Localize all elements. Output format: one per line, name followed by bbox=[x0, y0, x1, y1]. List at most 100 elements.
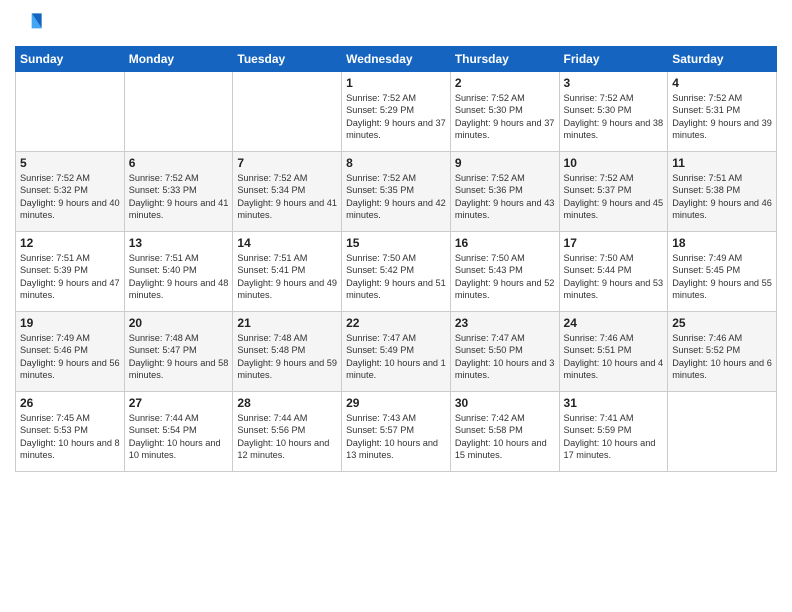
weekday-header-wednesday: Wednesday bbox=[342, 47, 451, 72]
day-info: Sunrise: 7:46 AM Sunset: 5:51 PM Dayligh… bbox=[564, 332, 664, 382]
calendar-cell: 16 Sunrise: 7:50 AM Sunset: 5:43 PM Dayli… bbox=[450, 232, 559, 312]
calendar-cell: 4 Sunrise: 7:52 AM Sunset: 5:31 PM Daylig… bbox=[668, 72, 777, 152]
day-number: 30 bbox=[455, 396, 555, 410]
week-row-5: 26Sunrise: 7:45 AM Sunset: 5:53 PM Dayli… bbox=[16, 392, 777, 472]
day-number: 12 bbox=[20, 236, 120, 250]
calendar-cell: 6 Sunrise: 7:52 AM Sunset: 5:33 PM Daylig… bbox=[124, 152, 233, 232]
calendar-cell bbox=[233, 72, 342, 152]
calendar-cell bbox=[668, 392, 777, 472]
calendar-cell: 9 Sunrise: 7:52 AM Sunset: 5:36 PM Daylig… bbox=[450, 152, 559, 232]
day-info: Sunrise: 7:52 AM Sunset: 5:32 PM Dayligh… bbox=[20, 172, 120, 222]
day-number: 21 bbox=[237, 316, 337, 330]
day-number: 3 bbox=[564, 76, 664, 90]
calendar-cell: 18 Sunrise: 7:49 AM Sunset: 5:45 PM Dayli… bbox=[668, 232, 777, 312]
calendar-cell: 31 Sunrise: 7:41 AM Sunset: 5:59 PM Dayli… bbox=[559, 392, 668, 472]
day-info: Sunrise: 7:47 AM Sunset: 5:49 PM Dayligh… bbox=[346, 332, 446, 382]
day-info: Sunrise: 7:49 AM Sunset: 5:46 PM Dayligh… bbox=[20, 332, 120, 382]
day-info: Sunrise: 7:50 AM Sunset: 5:42 PM Dayligh… bbox=[346, 252, 446, 302]
calendar-cell: 14 Sunrise: 7:51 AM Sunset: 5:41 PM Dayli… bbox=[233, 232, 342, 312]
weekday-header-monday: Monday bbox=[124, 47, 233, 72]
day-info: Sunrise: 7:52 AM Sunset: 5:35 PM Dayligh… bbox=[346, 172, 446, 222]
day-number: 13 bbox=[129, 236, 229, 250]
week-row-1: 1 Sunrise: 7:52 AM Sunset: 5:29 PM Daylig… bbox=[16, 72, 777, 152]
day-info: Sunrise: 7:52 AM Sunset: 5:30 PM Dayligh… bbox=[564, 92, 664, 142]
calendar-cell: 17 Sunrise: 7:50 AM Sunset: 5:44 PM Dayli… bbox=[559, 232, 668, 312]
week-row-2: 5 Sunrise: 7:52 AM Sunset: 5:32 PM Daylig… bbox=[16, 152, 777, 232]
weekday-header-thursday: Thursday bbox=[450, 47, 559, 72]
calendar-cell: 5 Sunrise: 7:52 AM Sunset: 5:32 PM Daylig… bbox=[16, 152, 125, 232]
day-number: 2 bbox=[455, 76, 555, 90]
day-info: Sunrise: 7:48 AM Sunset: 5:48 PM Dayligh… bbox=[237, 332, 337, 382]
weekday-header-friday: Friday bbox=[559, 47, 668, 72]
day-info: Sunrise: 7:52 AM Sunset: 5:29 PM Dayligh… bbox=[346, 92, 446, 142]
day-info: Sunrise: 7:52 AM Sunset: 5:31 PM Dayligh… bbox=[672, 92, 772, 142]
day-info: Sunrise: 7:51 AM Sunset: 5:41 PM Dayligh… bbox=[237, 252, 337, 302]
day-number: 15 bbox=[346, 236, 446, 250]
logo-icon bbox=[15, 10, 45, 40]
day-info: Sunrise: 7:52 AM Sunset: 5:36 PM Dayligh… bbox=[455, 172, 555, 222]
day-number: 29 bbox=[346, 396, 446, 410]
calendar-cell: 19 Sunrise: 7:49 AM Sunset: 5:46 PM Dayli… bbox=[16, 312, 125, 392]
week-row-3: 12Sunrise: 7:51 AM Sunset: 5:39 PM Dayli… bbox=[16, 232, 777, 312]
calendar-cell: 27Sunrise: 7:44 AM Sunset: 5:54 PM Dayli… bbox=[124, 392, 233, 472]
calendar-cell: 23Sunrise: 7:47 AM Sunset: 5:50 PM Dayli… bbox=[450, 312, 559, 392]
calendar-cell: 11 Sunrise: 7:51 AM Sunset: 5:38 PM Dayli… bbox=[668, 152, 777, 232]
logo bbox=[15, 10, 49, 40]
day-number: 18 bbox=[672, 236, 772, 250]
calendar-page: SundayMondayTuesdayWednesdayThursdayFrid… bbox=[0, 0, 792, 612]
day-number: 14 bbox=[237, 236, 337, 250]
day-number: 1 bbox=[346, 76, 446, 90]
weekday-header-sunday: Sunday bbox=[16, 47, 125, 72]
day-number: 5 bbox=[20, 156, 120, 170]
calendar-table: SundayMondayTuesdayWednesdayThursdayFrid… bbox=[15, 46, 777, 472]
calendar-cell: 7 Sunrise: 7:52 AM Sunset: 5:34 PM Daylig… bbox=[233, 152, 342, 232]
calendar-cell: 3 Sunrise: 7:52 AM Sunset: 5:30 PM Daylig… bbox=[559, 72, 668, 152]
day-number: 23 bbox=[455, 316, 555, 330]
day-info: Sunrise: 7:41 AM Sunset: 5:59 PM Dayligh… bbox=[564, 412, 664, 462]
day-number: 9 bbox=[455, 156, 555, 170]
day-number: 6 bbox=[129, 156, 229, 170]
day-number: 28 bbox=[237, 396, 337, 410]
header bbox=[15, 10, 777, 40]
calendar-cell: 20 Sunrise: 7:48 AM Sunset: 5:47 PM Dayli… bbox=[124, 312, 233, 392]
day-number: 17 bbox=[564, 236, 664, 250]
week-row-4: 19 Sunrise: 7:49 AM Sunset: 5:46 PM Dayli… bbox=[16, 312, 777, 392]
calendar-cell: 28Sunrise: 7:44 AM Sunset: 5:56 PM Dayli… bbox=[233, 392, 342, 472]
day-info: Sunrise: 7:52 AM Sunset: 5:33 PM Dayligh… bbox=[129, 172, 229, 222]
calendar-cell: 1 Sunrise: 7:52 AM Sunset: 5:29 PM Daylig… bbox=[342, 72, 451, 152]
day-info: Sunrise: 7:43 AM Sunset: 5:57 PM Dayligh… bbox=[346, 412, 446, 462]
day-number: 7 bbox=[237, 156, 337, 170]
calendar-cell: 26Sunrise: 7:45 AM Sunset: 5:53 PM Dayli… bbox=[16, 392, 125, 472]
calendar-cell: 21 Sunrise: 7:48 AM Sunset: 5:48 PM Dayli… bbox=[233, 312, 342, 392]
day-number: 10 bbox=[564, 156, 664, 170]
day-info: Sunrise: 7:52 AM Sunset: 5:37 PM Dayligh… bbox=[564, 172, 664, 222]
weekday-header-tuesday: Tuesday bbox=[233, 47, 342, 72]
calendar-cell: 2Sunrise: 7:52 AM Sunset: 5:30 PM Daylig… bbox=[450, 72, 559, 152]
calendar-cell: 30 Sunrise: 7:42 AM Sunset: 5:58 PM Dayli… bbox=[450, 392, 559, 472]
calendar-cell: 29 Sunrise: 7:43 AM Sunset: 5:57 PM Dayli… bbox=[342, 392, 451, 472]
day-info: Sunrise: 7:48 AM Sunset: 5:47 PM Dayligh… bbox=[129, 332, 229, 382]
day-info: Sunrise: 7:42 AM Sunset: 5:58 PM Dayligh… bbox=[455, 412, 555, 462]
day-number: 25 bbox=[672, 316, 772, 330]
calendar-cell: 13 Sunrise: 7:51 AM Sunset: 5:40 PM Dayli… bbox=[124, 232, 233, 312]
day-number: 24 bbox=[564, 316, 664, 330]
day-number: 22 bbox=[346, 316, 446, 330]
day-number: 20 bbox=[129, 316, 229, 330]
day-info: Sunrise: 7:51 AM Sunset: 5:38 PM Dayligh… bbox=[672, 172, 772, 222]
day-number: 4 bbox=[672, 76, 772, 90]
day-info: Sunrise: 7:50 AM Sunset: 5:44 PM Dayligh… bbox=[564, 252, 664, 302]
day-number: 16 bbox=[455, 236, 555, 250]
calendar-cell: 15 Sunrise: 7:50 AM Sunset: 5:42 PM Dayli… bbox=[342, 232, 451, 312]
day-number: 8 bbox=[346, 156, 446, 170]
day-number: 26 bbox=[20, 396, 120, 410]
calendar-cell: 22 Sunrise: 7:47 AM Sunset: 5:49 PM Dayli… bbox=[342, 312, 451, 392]
day-info: Sunrise: 7:50 AM Sunset: 5:43 PM Dayligh… bbox=[455, 252, 555, 302]
weekday-header-saturday: Saturday bbox=[668, 47, 777, 72]
day-info: Sunrise: 7:52 AM Sunset: 5:34 PM Dayligh… bbox=[237, 172, 337, 222]
day-info: Sunrise: 7:51 AM Sunset: 5:40 PM Dayligh… bbox=[129, 252, 229, 302]
day-number: 19 bbox=[20, 316, 120, 330]
calendar-cell: 25Sunrise: 7:46 AM Sunset: 5:52 PM Dayli… bbox=[668, 312, 777, 392]
day-info: Sunrise: 7:49 AM Sunset: 5:45 PM Dayligh… bbox=[672, 252, 772, 302]
day-number: 11 bbox=[672, 156, 772, 170]
day-number: 31 bbox=[564, 396, 664, 410]
